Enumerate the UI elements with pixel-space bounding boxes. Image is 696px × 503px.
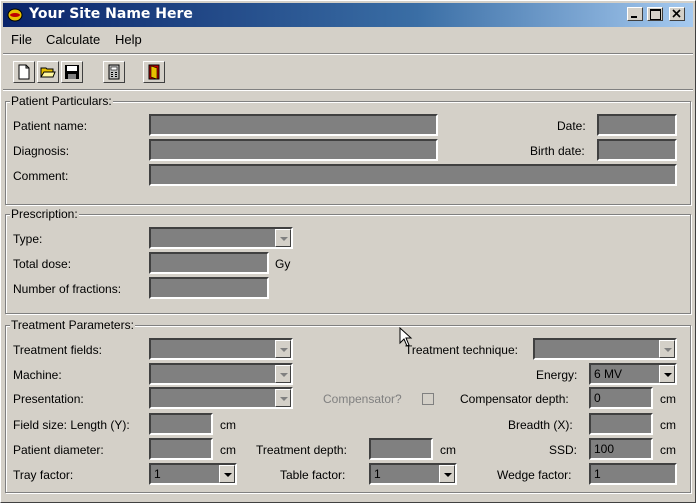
- breadth-unit: cm: [660, 418, 676, 432]
- chevron-down-icon[interactable]: [219, 465, 235, 483]
- dose-unit-label: Gy: [275, 257, 291, 271]
- diagnosis-field[interactable]: [149, 139, 438, 161]
- close-icon: [672, 9, 681, 18]
- maximize-button[interactable]: [647, 7, 663, 21]
- chevron-down-icon[interactable]: [275, 229, 291, 247]
- prescription-group: Prescription:: [5, 207, 691, 314]
- menu-bar: File Calculate Help: [3, 29, 693, 49]
- patient-diameter-unit: cm: [220, 443, 236, 457]
- table-factor-label: Table factor:: [280, 468, 346, 482]
- chevron-down-icon[interactable]: [439, 465, 455, 483]
- compensator-depth-field[interactable]: 0: [589, 387, 653, 409]
- open-file-button[interactable]: [37, 61, 59, 83]
- window-title: Your Site Name Here: [29, 6, 193, 22]
- toolbar-top-divider: [3, 53, 693, 55]
- chevron-down-icon[interactable]: [275, 340, 291, 358]
- exit-door-icon: [148, 64, 160, 80]
- treatment-depth-field[interactable]: [369, 438, 433, 460]
- presentation-label: Presentation:: [13, 392, 84, 406]
- field-length-field[interactable]: [149, 413, 213, 435]
- menu-calculate[interactable]: Calculate: [46, 32, 100, 47]
- treatment-fields-label: Treatment fields:: [13, 343, 102, 357]
- table-factor-select[interactable]: 1: [369, 463, 457, 485]
- compensator-label: Compensator?: [323, 392, 402, 406]
- ssd-unit: cm: [660, 443, 676, 457]
- type-select[interactable]: [149, 227, 293, 249]
- mouse-cursor-icon: [399, 327, 413, 347]
- chevron-down-icon[interactable]: [659, 365, 675, 383]
- fractions-field[interactable]: [149, 277, 269, 299]
- compensator-depth-label: Compensator depth:: [460, 392, 569, 406]
- field-length-label: Field size: Length (Y):: [13, 418, 130, 432]
- energy-select[interactable]: 6 MV: [589, 363, 677, 385]
- ssd-value: 100: [594, 442, 615, 456]
- toolbar-bottom-divider: [3, 89, 693, 91]
- compensator-depth-unit: cm: [660, 392, 676, 406]
- chevron-down-icon[interactable]: [275, 365, 291, 383]
- treatment-legend: Treatment Parameters:: [10, 318, 135, 332]
- tray-factor-value: 1: [154, 467, 161, 481]
- machine-select[interactable]: [149, 363, 293, 385]
- patient-diameter-label: Patient diameter:: [13, 443, 104, 457]
- menu-file[interactable]: File: [11, 32, 32, 47]
- app-icon: [7, 8, 23, 22]
- comment-field[interactable]: [149, 164, 677, 186]
- minimize-button[interactable]: [627, 7, 643, 21]
- date-label: Date:: [557, 119, 586, 133]
- breadth-field[interactable]: [589, 413, 653, 435]
- energy-label: Energy:: [536, 368, 578, 382]
- main-window: Your Site Name Here File Calculate Help: [0, 0, 696, 503]
- compensator-checkbox[interactable]: [422, 393, 434, 405]
- close-button[interactable]: [669, 7, 685, 21]
- calculator-icon: [108, 64, 120, 80]
- prescription-legend: Prescription:: [10, 207, 79, 221]
- chevron-down-icon[interactable]: [275, 389, 291, 407]
- machine-label: Machine:: [13, 368, 62, 382]
- diagnosis-label: Diagnosis:: [13, 144, 70, 158]
- wedge-factor-value: 1: [594, 467, 601, 481]
- tray-factor-label: Tray factor:: [13, 468, 74, 482]
- energy-value: 6 MV: [594, 367, 623, 381]
- wedge-factor-field[interactable]: 1: [589, 463, 677, 485]
- calculator-button[interactable]: [103, 61, 125, 83]
- total-dose-field[interactable]: [149, 252, 269, 274]
- ssd-field[interactable]: 100: [589, 438, 653, 460]
- fractions-label: Number of fractions:: [13, 282, 122, 296]
- patient-name-label: Patient name:: [13, 119, 88, 133]
- date-field[interactable]: [597, 114, 677, 136]
- save-button[interactable]: [61, 61, 83, 83]
- compensator-depth-value: 0: [594, 391, 601, 405]
- treatment-depth-unit: cm: [440, 443, 456, 457]
- ssd-label: SSD:: [549, 443, 578, 457]
- birth-date-field[interactable]: [597, 139, 677, 161]
- treatment-technique-select[interactable]: [533, 338, 677, 360]
- treatment-technique-label: Treatment technique:: [405, 343, 518, 357]
- patient-diameter-field[interactable]: [149, 438, 213, 460]
- chevron-down-icon[interactable]: [659, 340, 675, 358]
- maximize-icon: [650, 9, 661, 20]
- breadth-label: Breadth (X):: [508, 418, 573, 432]
- table-factor-value: 1: [374, 467, 381, 481]
- comment-label: Comment:: [13, 169, 69, 183]
- folder-open-icon: [40, 67, 56, 78]
- exit-button[interactable]: [143, 61, 165, 83]
- treatment-depth-label: Treatment depth:: [256, 443, 347, 457]
- birth-date-label: Birth date:: [530, 144, 585, 158]
- treatment-fields-select[interactable]: [149, 338, 293, 360]
- menu-help[interactable]: Help: [115, 32, 142, 47]
- field-length-unit: cm: [220, 418, 236, 432]
- save-icon: [65, 65, 79, 79]
- new-file-button[interactable]: [13, 61, 35, 83]
- patient-legend: Patient Particulars:: [10, 94, 113, 108]
- title-bar[interactable]: Your Site Name Here: [3, 3, 693, 27]
- presentation-select[interactable]: [149, 387, 293, 409]
- type-label: Type:: [13, 232, 43, 246]
- wedge-factor-label: Wedge factor:: [497, 468, 572, 482]
- patient-name-field[interactable]: [149, 114, 438, 136]
- minimize-icon: [631, 16, 637, 18]
- tray-factor-select[interactable]: 1: [149, 463, 237, 485]
- total-dose-label: Total dose:: [13, 257, 72, 271]
- new-file-icon: [18, 64, 30, 80]
